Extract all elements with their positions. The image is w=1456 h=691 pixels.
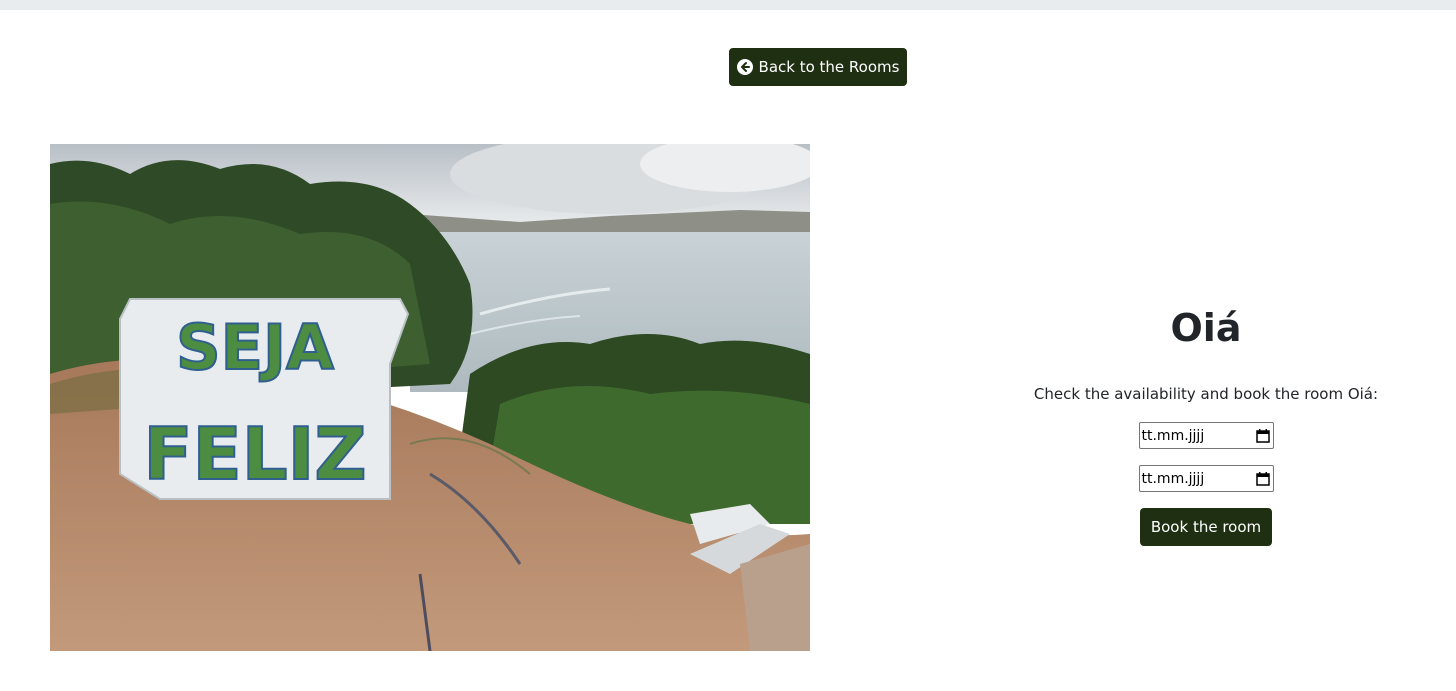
checkout-date-placeholder: tt.mm.jjjj (1141, 470, 1205, 487)
calendar-icon[interactable] (1255, 471, 1271, 487)
arrow-circle-left-icon (736, 59, 753, 75)
room-title: Oiá (1170, 306, 1242, 350)
booking-description: Check the availability and book the room… (1033, 385, 1379, 403)
back-to-rooms-button[interactable]: Back to the Rooms (729, 48, 907, 86)
back-button-label: Back to the Rooms (758, 58, 900, 76)
checkout-date-input[interactable]: tt.mm.jjjj (1138, 465, 1274, 492)
checkin-date-input[interactable]: tt.mm.jjjj (1138, 422, 1274, 449)
checkin-date-placeholder: tt.mm.jjjj (1141, 427, 1205, 444)
sign-text-line2: FELIZ (143, 412, 366, 496)
calendar-icon[interactable] (1255, 428, 1271, 444)
book-room-button[interactable]: Book the room (1140, 508, 1272, 546)
booking-panel: Oiá Check the availability and book the … (1020, 300, 1392, 546)
sign-text-line1: SEJA (176, 311, 334, 384)
top-bar (0, 0, 1456, 10)
sign-stone: SEJA FELIZ (119, 298, 410, 500)
room-photo: SEJA FELIZ (50, 144, 810, 651)
